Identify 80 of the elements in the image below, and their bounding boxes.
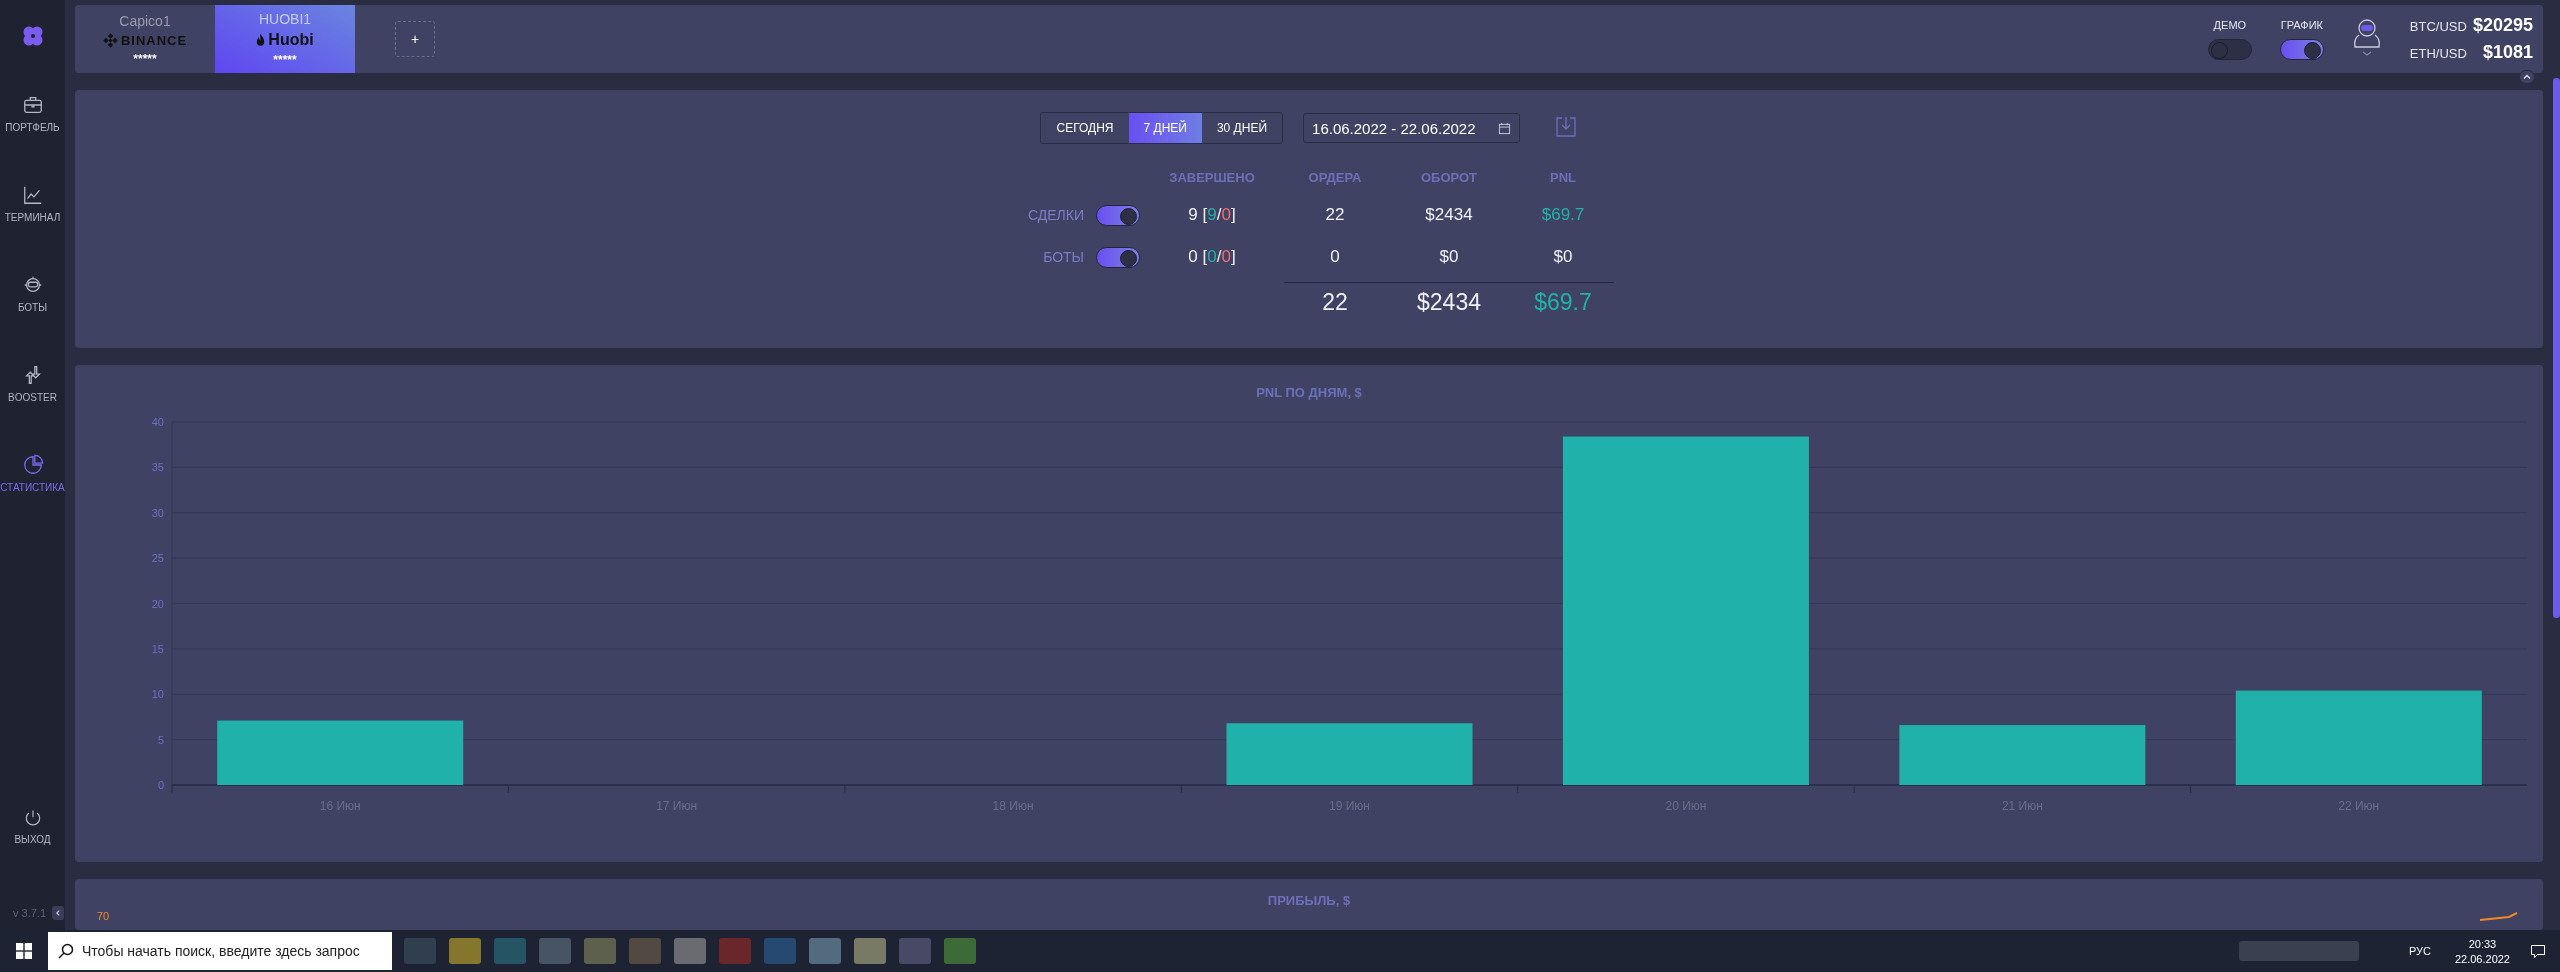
add-account-button[interactable]: + [395, 21, 435, 57]
blurred-app-icon[interactable] [494, 938, 526, 964]
flame-logo-icon [256, 32, 266, 48]
toggle-switch[interactable] [1096, 204, 1140, 226]
y-tick-label: 70 [97, 910, 110, 922]
row-label: БОТЫ [1042, 248, 1084, 267]
y-tick-label: 0 [157, 779, 164, 791]
sidebar-item[interactable]: СТАТИСТИКА [0, 454, 65, 544]
y-tick-label: 30 [151, 506, 164, 519]
sidebar-item[interactable]: ПОРТФЕЛЬ [0, 94, 65, 184]
pie-chart-icon [21, 454, 44, 476]
taskbar-search-field[interactable]: Чтобы начать поиск, введите здесь запрос [48, 932, 392, 970]
blurred-app-icon[interactable] [629, 938, 661, 964]
sidebar-item[interactable]: BOOSTER [0, 364, 65, 454]
column-header: ЗАВЕРШЕНО [1168, 170, 1256, 187]
table-cell-text: $2434 [1424, 205, 1474, 225]
blurred-app-icon[interactable] [674, 938, 706, 964]
row-label: СДЕЛКИ [1026, 206, 1084, 225]
table-cell-text: $0 [1438, 247, 1460, 267]
sidebar-item[interactable]: ТЕРМИНАЛ [0, 184, 65, 274]
currency-pair: BTC/USD [2409, 19, 2467, 34]
blurred-app-icon[interactable] [719, 938, 751, 964]
version-label: v 3.7.1 [13, 907, 46, 919]
chart-title: PNL ПО ДНЯМ, $ [1256, 385, 1362, 400]
collapse-sidebar-button[interactable] [52, 906, 64, 920]
column-header: ОРДЕРА [1307, 170, 1363, 187]
clock-date: 22.06.2022 [2454, 952, 2510, 965]
y-tick-label: 35 [151, 461, 164, 474]
price-value: $1081 [2482, 42, 2533, 63]
pnl-value: $69.7 [1540, 205, 1586, 225]
collapse-header-button[interactable] [2519, 70, 2535, 84]
toggle-label: ДЕМО [2213, 18, 2247, 31]
period-tab[interactable]: 7 ДНЕЙ [1128, 113, 1202, 143]
y-tick-label: 25 [151, 552, 164, 565]
price-value: $20295 [2472, 15, 2533, 36]
y-tick-label: 40 [151, 416, 164, 428]
toggle-switch[interactable] [1096, 246, 1140, 268]
column-header: ОБОРОТ [1419, 170, 1479, 187]
chevron-left-icon [54, 909, 62, 917]
y-tick-label: 10 [151, 688, 164, 701]
blurred-app-icon[interactable] [584, 938, 616, 964]
blurred-app-icon[interactable] [809, 938, 841, 964]
toggle-switch[interactable] [2207, 38, 2252, 60]
clock-time: 20:33 [2468, 937, 2497, 950]
notification-icon[interactable] [2530, 943, 2546, 959]
table-cell-text: 22 [1324, 205, 1346, 225]
completed-count: 9 [9/0] [1187, 205, 1237, 225]
total-pnl-value: $69.7 [1533, 289, 1593, 316]
column-header: PNL [1549, 170, 1577, 187]
logout-button[interactable]: ВЫХОД [0, 808, 65, 898]
profit-line [2479, 911, 2519, 921]
completed-count: 0 [0/0] [1187, 247, 1237, 267]
y-tick-label: 20 [151, 597, 164, 610]
blurred-app-icon[interactable] [764, 938, 796, 964]
currency-pair: ETH/USD [2409, 46, 2467, 61]
pnl-value: $0 [1552, 247, 1574, 267]
blurred-app-icon[interactable] [404, 938, 436, 964]
date-range-field[interactable]: 16.06.2022 - 22.06.2022 [1303, 113, 1520, 143]
sidebar-item[interactable]: БОТЫ [0, 274, 65, 364]
chart-title: ПРИБЫЛЬ, $ [1266, 893, 1352, 908]
line-chart-icon [21, 184, 44, 206]
blurred-app-icon[interactable] [899, 938, 931, 964]
total-value: $2434 [1416, 289, 1482, 316]
blurred-app-icon[interactable] [449, 938, 481, 964]
briefcase-icon [21, 94, 44, 116]
chevron-up-icon [2522, 72, 2532, 82]
y-tick-label: 15 [151, 642, 164, 655]
search-icon [58, 943, 74, 959]
y-tick-label: 5 [157, 733, 164, 746]
table-cell-text: 0 [1329, 247, 1341, 267]
language-indicator[interactable]: РУС [2408, 945, 2431, 957]
toggle-switch[interactable] [2279, 38, 2324, 60]
total-value: 22 [1321, 289, 1349, 316]
toggle-label: ГРАФИК [2280, 18, 2323, 31]
account-tab[interactable]: HUOBI1 Huobi ***** [215, 5, 355, 73]
calendar-icon [1497, 121, 1511, 135]
blurred-app-icon[interactable] [854, 938, 886, 964]
diamond-logo-icon [102, 32, 118, 48]
blurred-app-icon[interactable] [539, 938, 571, 964]
blurred-app-icon[interactable] [944, 938, 976, 964]
